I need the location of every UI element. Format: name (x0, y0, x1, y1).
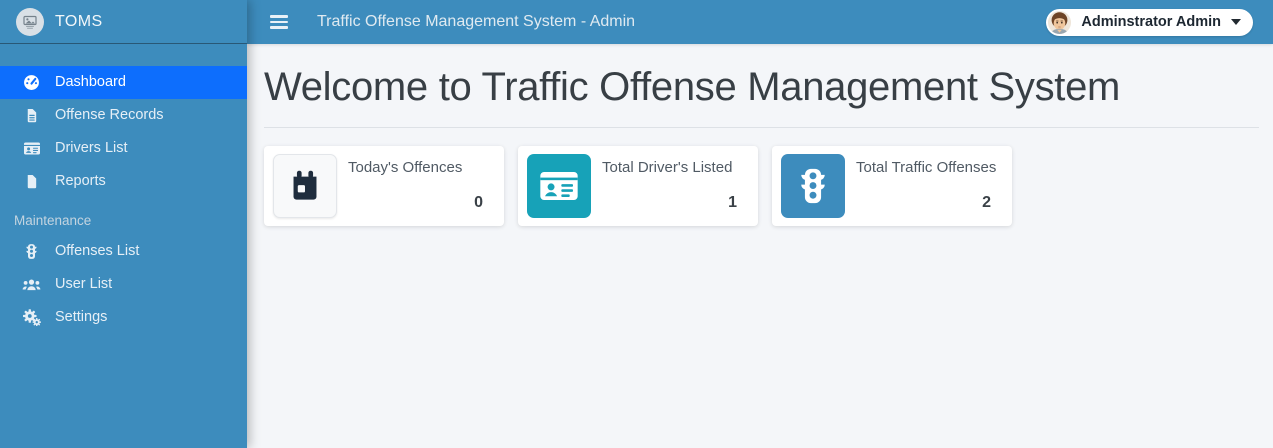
caret-down-icon (1231, 19, 1241, 25)
sidebar-item-label: Offenses List (55, 243, 140, 259)
user-menu-button[interactable]: Adminstrator Admin (1046, 8, 1253, 36)
sidebar: TOMS Dashboard Offense Records Drivers L… (0, 0, 247, 448)
stat-card-label: Total Traffic Offenses (856, 159, 997, 176)
stat-card-body: Total Driver's Listed 1 (602, 154, 749, 218)
sidebar-item-dashboard[interactable]: Dashboard (0, 66, 247, 99)
sidebar-item-label: Offense Records (55, 107, 164, 123)
sidebar-item-label: Reports (55, 173, 106, 189)
page-title: Welcome to Traffic Offense Management Sy… (264, 65, 1121, 109)
sidebar-item-label: Settings (55, 309, 108, 325)
stat-card-todays-offences[interactable]: Today's Offences 0 (264, 146, 504, 226)
stat-cards: Today's Offences 0 Total Driver's Listed… (264, 146, 1259, 226)
file-icon (21, 173, 42, 190)
traffic-light-icon (781, 154, 845, 218)
traffic-light-icon (21, 243, 42, 260)
sidebar-section-maintenance: Maintenance (14, 213, 92, 228)
main-column: Traffic Offense Management System - Admi… (247, 0, 1273, 448)
calendar-day-icon (273, 154, 337, 218)
sidebar-item-label: Drivers List (55, 140, 128, 156)
sidebar-item-label: Dashboard (55, 74, 126, 90)
sidebar-item-drivers-list[interactable]: Drivers List (0, 132, 247, 165)
sidebar-item-offenses-list[interactable]: Offenses List (0, 235, 247, 268)
sidebar-item-reports[interactable]: Reports (0, 165, 247, 198)
broken-image-icon (16, 7, 44, 36)
stat-card-total-offenses[interactable]: Total Traffic Offenses 2 (772, 146, 1012, 226)
content: Welcome to Traffic Offense Management Sy… (247, 44, 1273, 226)
sidebar-item-offense-records[interactable]: Offense Records (0, 99, 247, 132)
id-card-icon (527, 154, 591, 218)
stat-card-value: 2 (982, 194, 991, 211)
stat-card-body: Today's Offences 0 (348, 154, 495, 218)
file-lines-icon (21, 107, 42, 124)
sidebar-item-user-list[interactable]: User List (0, 268, 247, 301)
sidebar-nav: Dashboard Offense Records Drivers List R… (0, 44, 247, 334)
topbar: Traffic Offense Management System - Admi… (247, 0, 1273, 44)
male-avatar-icon (1047, 9, 1073, 35)
brand[interactable]: TOMS (0, 0, 247, 44)
id-card-icon (21, 141, 42, 156)
gears-icon (21, 309, 42, 326)
divider (264, 127, 1259, 128)
brand-name: TOMS (55, 12, 103, 30)
sidebar-item-settings[interactable]: Settings (0, 301, 247, 334)
stat-card-label: Today's Offences (348, 159, 463, 176)
stat-card-label: Total Driver's Listed (602, 159, 733, 176)
stat-card-body: Total Traffic Offenses 2 (856, 154, 1003, 218)
stat-card-value: 1 (728, 194, 737, 211)
user-name: Adminstrator Admin (1081, 14, 1221, 30)
sidebar-item-label: User List (55, 276, 113, 292)
topbar-title: Traffic Offense Management System - Admi… (317, 13, 636, 30)
stat-card-value: 0 (474, 194, 483, 211)
gauge-icon (21, 74, 42, 91)
stat-card-total-drivers[interactable]: Total Driver's Listed 1 (518, 146, 758, 226)
hamburger-icon[interactable] (270, 11, 288, 33)
users-icon (21, 277, 42, 292)
